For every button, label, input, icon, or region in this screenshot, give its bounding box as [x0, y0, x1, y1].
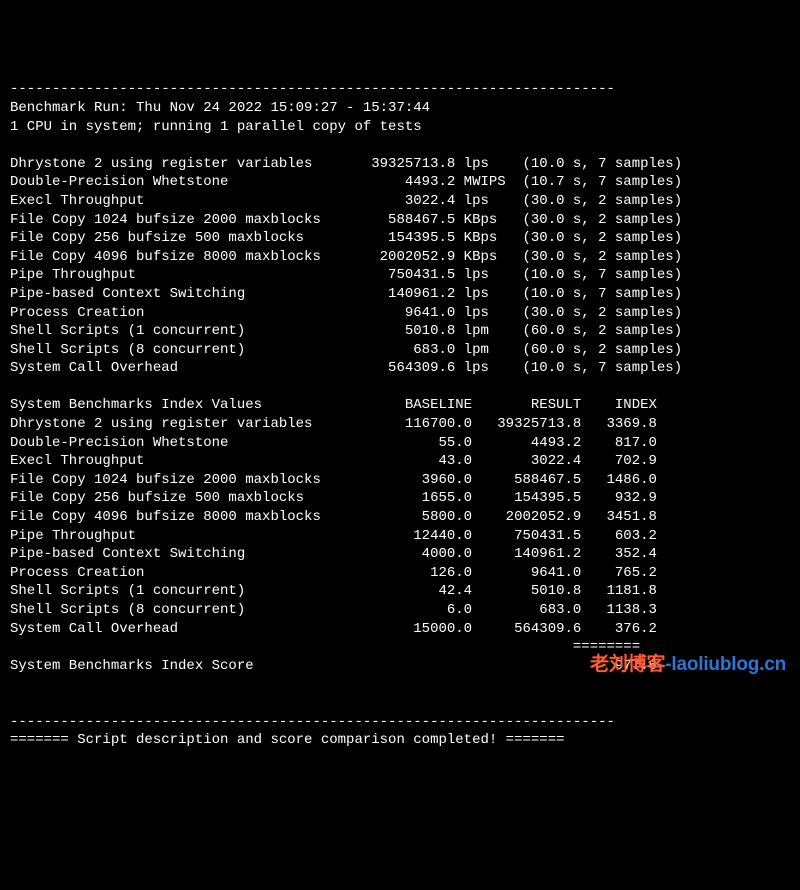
watermark-domain: -laoliublog.cn — [665, 654, 786, 675]
benchmark-run-line: Benchmark Run: Thu Nov 24 2022 15:09:27 … — [10, 100, 430, 116]
index-table-block: System Benchmarks Index Values BASELINE … — [10, 397, 657, 636]
watermark-cn: 老刘博客 — [590, 654, 665, 675]
completion-line: ======= Script description and score com… — [10, 732, 565, 748]
score-rule: ======== — [10, 639, 640, 655]
score-line: System Benchmarks Index Score 977.6 — [10, 658, 657, 674]
divider-bottom: ----------------------------------------… — [10, 714, 615, 730]
divider-top: ----------------------------------------… — [10, 81, 615, 97]
cpu-info-line: 1 CPU in system; running 1 parallel copy… — [10, 119, 422, 135]
watermark: 老刘博客-laoliublog.cn — [590, 656, 786, 675]
timed-tests-block: Dhrystone 2 using register variables 393… — [10, 156, 682, 377]
